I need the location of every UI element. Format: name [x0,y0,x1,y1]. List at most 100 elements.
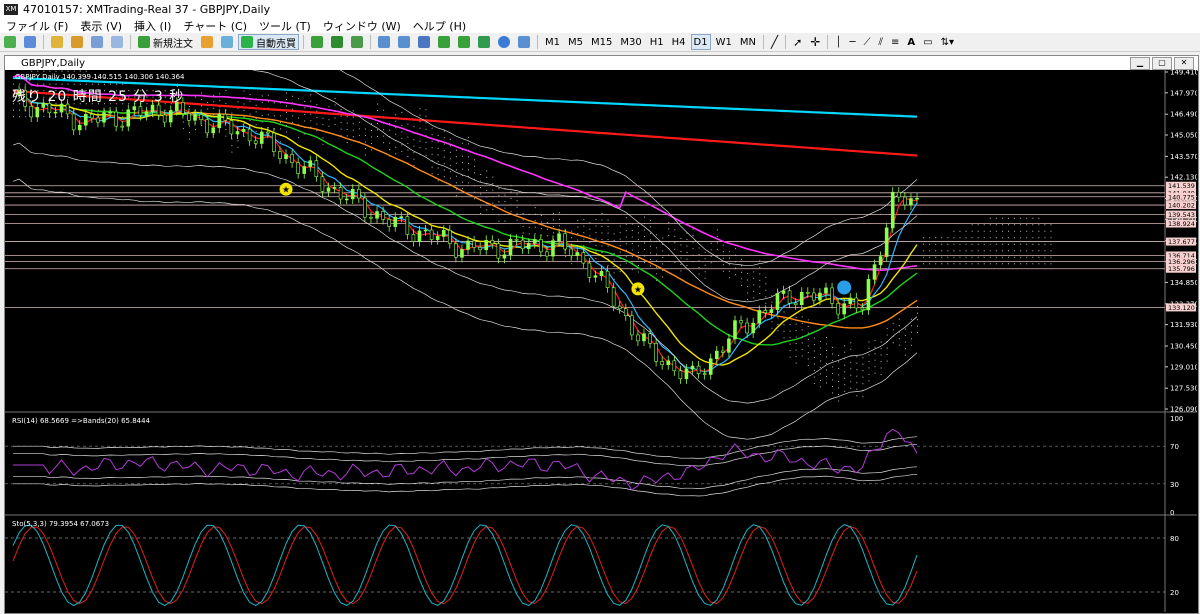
menu-window[interactable]: ウィンドウ (W) [317,18,407,34]
trendline-tool-button[interactable]: ╱ [768,34,781,50]
draw-trendline-icon: ⟋ [863,36,871,48]
candle-body [259,131,264,144]
profiles-button[interactable] [21,34,39,50]
auto-scroll-button[interactable] [435,34,453,50]
menu-tools[interactable]: ツール (T) [253,18,317,34]
cloud-dot [449,145,451,147]
cloud-dot [43,70,45,72]
price-chart-canvas[interactable]: 149.410 147.970 146.490 145.050 143.570 142.1… [5,70,1197,612]
tf-w1[interactable]: W1 [713,34,735,50]
cloud-dot [486,189,488,191]
channel-button[interactable]: ⫽ [876,34,886,50]
line-chart-button[interactable] [348,34,366,50]
crosshair-tool-button[interactable]: ✛ [807,34,823,50]
cloud-dot [698,260,700,262]
price-axis-label: 143.570 [1170,153,1197,161]
cloud-dot [577,233,579,235]
cloud-dot [662,263,664,265]
cloud-dot [637,225,639,227]
cloud-dot [589,228,591,230]
periods-button[interactable] [495,34,513,50]
tf-m5[interactable]: M5 [565,34,586,50]
close-button[interactable]: ✕ [1174,57,1194,70]
candle-body [824,287,828,294]
arrows-button[interactable]: ⇅▾ [938,34,957,50]
navigator-button[interactable] [88,34,106,50]
fibonacci-button[interactable]: ≡ [888,34,902,50]
cloud-dot [643,223,645,225]
cloud-dot [832,366,834,368]
text-tool-button[interactable]: A [904,34,918,50]
cloud-dot [559,218,561,220]
auto-trade-label: 自動売買 [256,38,296,50]
menu-file[interactable]: ファイル (F) [0,18,74,34]
cloud-dot [607,245,609,247]
menu-view[interactable]: 表示 (V) [74,18,128,34]
chart-shift-icon [458,36,470,48]
cloud-dot [850,342,852,344]
cloud-dot [904,328,906,330]
candle-body [836,303,840,315]
menu-help[interactable]: ヘルプ (H) [407,18,472,34]
candle-body [890,191,895,229]
price-axis-label: 142.130 [1170,174,1197,182]
cloud-dot [898,344,900,346]
cloud-dot [279,141,281,143]
cloud-dot [971,263,973,265]
cloud-dot [492,209,494,211]
cloud-dot [1044,263,1046,265]
maximize-button[interactable]: ▢ [1152,57,1172,70]
tf-h4[interactable]: H4 [669,34,689,50]
terminal-button[interactable] [108,34,126,50]
menu-insert[interactable]: 挿入 (I) [128,18,177,34]
cloud-dot [1050,250,1052,252]
cloud-dot [692,235,694,237]
cloud-dot [656,234,658,236]
cloud-dot [1014,237,1016,239]
tf-m30[interactable]: M30 [617,34,644,50]
bar-chart-button[interactable] [308,34,326,50]
new-order-button[interactable]: 新規注文 [135,34,196,50]
templates-button[interactable] [515,34,533,50]
zoom-in-button[interactable] [375,34,393,50]
cloud-dot [668,234,670,236]
candle-chart-button[interactable] [328,34,346,50]
tf-m1[interactable]: M1 [542,34,563,50]
vertical-line-button[interactable]: │ [832,34,844,50]
cloud-dot [455,182,457,184]
auto-trade-button[interactable]: 自動売買 [238,34,299,50]
minimize-button[interactable]: ▁ [1130,57,1150,70]
draw-trendline-button[interactable]: ⟋ [861,34,874,50]
tf-h1[interactable]: H1 [647,34,667,50]
tf-d1[interactable]: D1 [690,34,711,50]
cloud-dot [85,70,87,72]
market-watch-button[interactable] [48,34,66,50]
tf-mn[interactable]: MN [737,34,759,50]
cloud-dot [461,181,463,183]
indicators-button[interactable] [475,34,493,50]
price-axis-label: 127.530 [1170,385,1197,393]
cloud-dot [1008,263,1010,265]
candle-body [229,120,234,135]
zoom-out-button[interactable] [395,34,413,50]
cloud-dot [662,237,664,239]
cloud-dot [322,124,324,126]
tf-m15[interactable]: M15 [588,34,615,50]
menu-chart[interactable]: チャート (C) [177,18,253,34]
cloud-dot [819,340,821,342]
horizontal-line-button[interactable]: ─ [846,34,858,50]
chart-shift-button[interactable] [455,34,473,50]
cloud-dot [1026,224,1028,226]
cloud-dot [801,322,803,324]
tile-windows-button[interactable] [415,34,433,50]
cursor-tool-button[interactable]: ➚ [790,34,805,50]
cloud-dot [383,135,385,137]
cloud-dot [1032,230,1034,232]
signals-button[interactable] [218,34,236,50]
label-tool-button[interactable]: ▭ [920,34,935,50]
meta-editor-button[interactable] [198,34,216,50]
data-window-button[interactable] [68,34,86,50]
new-chart-button[interactable] [1,34,19,50]
cloud-dot [431,134,433,136]
cloud-dot [977,230,979,232]
